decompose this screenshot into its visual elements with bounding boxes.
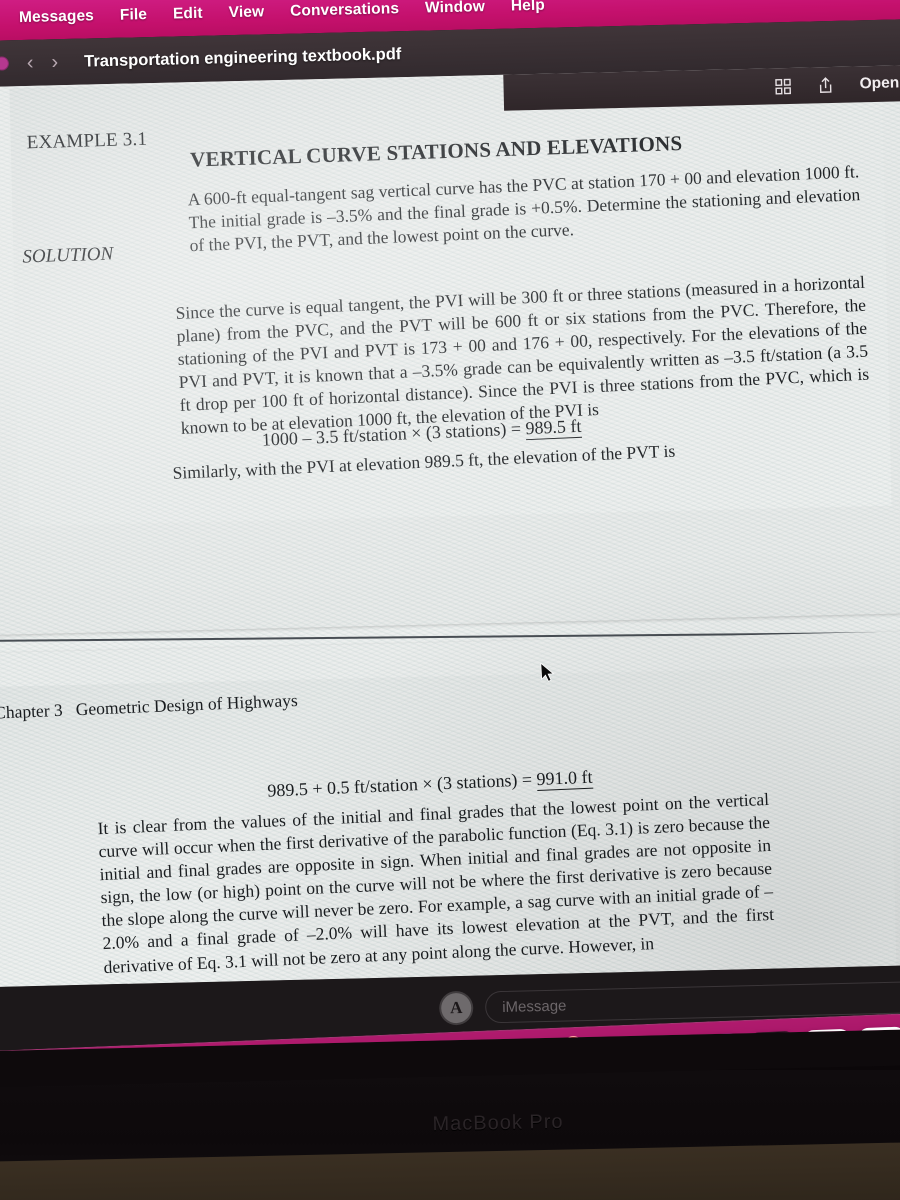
forward-button[interactable]: › bbox=[51, 51, 58, 74]
back-button[interactable]: ‹ bbox=[27, 51, 34, 74]
equation-2-result: 991.0 ft bbox=[536, 766, 594, 792]
news-icon[interactable]: N bbox=[802, 1028, 853, 1052]
menu-item-file[interactable]: File bbox=[107, 6, 161, 25]
example-label: EXAMPLE 3.1 bbox=[26, 128, 148, 154]
menu-item-conversations[interactable]: Conversations bbox=[277, 0, 412, 21]
messages-icon[interactable] bbox=[307, 1048, 358, 1052]
dock-item-news[interactable]: N bbox=[802, 1028, 853, 1052]
mouse-cursor bbox=[540, 662, 555, 682]
contacts-icon[interactable] bbox=[417, 1043, 468, 1052]
dock-item-podcasts[interactable] bbox=[692, 1032, 743, 1052]
dock-item-notes[interactable] bbox=[582, 1037, 633, 1052]
minimize-button[interactable] bbox=[0, 56, 10, 71]
equation-1-result: 989.5 ft bbox=[525, 415, 582, 441]
dock-item-photos[interactable] bbox=[362, 1046, 413, 1052]
pdf-viewer-window: ‹ › Transportation engineering textbook.… bbox=[0, 18, 900, 1052]
calendar-icon[interactable]: MAR 25 bbox=[472, 1041, 523, 1052]
reminders-icon[interactable] bbox=[527, 1039, 578, 1052]
reminders-badge: 1 bbox=[563, 1035, 584, 1052]
dock-item-calendar[interactable]: MAR 25 bbox=[472, 1041, 523, 1052]
chapter-number: Chapter 3 bbox=[0, 699, 64, 723]
dock-item-messages[interactable]: 125 bbox=[307, 1044, 364, 1052]
menu-item-messages[interactable]: Messages bbox=[6, 7, 107, 27]
pdf-content-area[interactable]: EXAMPLE 3.1 VERTICAL CURVE STATIONS AND … bbox=[0, 64, 900, 988]
conclusion-paragraph: It is clear from the values of the initi… bbox=[97, 788, 775, 977]
messages-badge: 125 bbox=[335, 1044, 364, 1052]
solution-label: SOLUTION bbox=[22, 243, 114, 268]
dock-item-numbers[interactable] bbox=[857, 1025, 900, 1052]
calendar-month: MAR bbox=[486, 1042, 508, 1052]
laptop-screen:  Messages File Edit View Conversations … bbox=[0, 0, 900, 1088]
dock-item-contacts[interactable] bbox=[417, 1043, 468, 1052]
music-note-icon[interactable]: ♫ bbox=[637, 1034, 688, 1052]
photos-icon[interactable] bbox=[362, 1046, 413, 1052]
menu-item-window[interactable]: Window bbox=[412, 0, 498, 18]
laptop-photo: MacBook Pro  Messages File Edit View Co… bbox=[0, 0, 900, 1200]
menu-item-help[interactable]: Help bbox=[498, 0, 558, 16]
notes-icon[interactable] bbox=[582, 1037, 633, 1052]
document-title: Transportation engineering textbook.pdf bbox=[83, 44, 402, 71]
apple-tv-icon[interactable]: tv bbox=[747, 1030, 798, 1052]
share-icon[interactable] bbox=[817, 76, 833, 94]
app-store-icon[interactable]: A bbox=[440, 992, 472, 1024]
menu-item-view[interactable]: View bbox=[215, 3, 277, 22]
menu-item-edit[interactable]: Edit bbox=[160, 4, 216, 23]
dock-item-tv[interactable]: tv bbox=[747, 1030, 798, 1052]
dock-item-music[interactable]: ♫ bbox=[637, 1034, 688, 1052]
dock-item-reminders[interactable]: 1 bbox=[527, 1035, 584, 1052]
numbers-icon[interactable] bbox=[857, 1025, 900, 1052]
podcasts-icon[interactable] bbox=[692, 1032, 743, 1052]
grid-view-icon[interactable] bbox=[774, 77, 792, 95]
open-with-button[interactable]: Open w bbox=[859, 74, 900, 93]
